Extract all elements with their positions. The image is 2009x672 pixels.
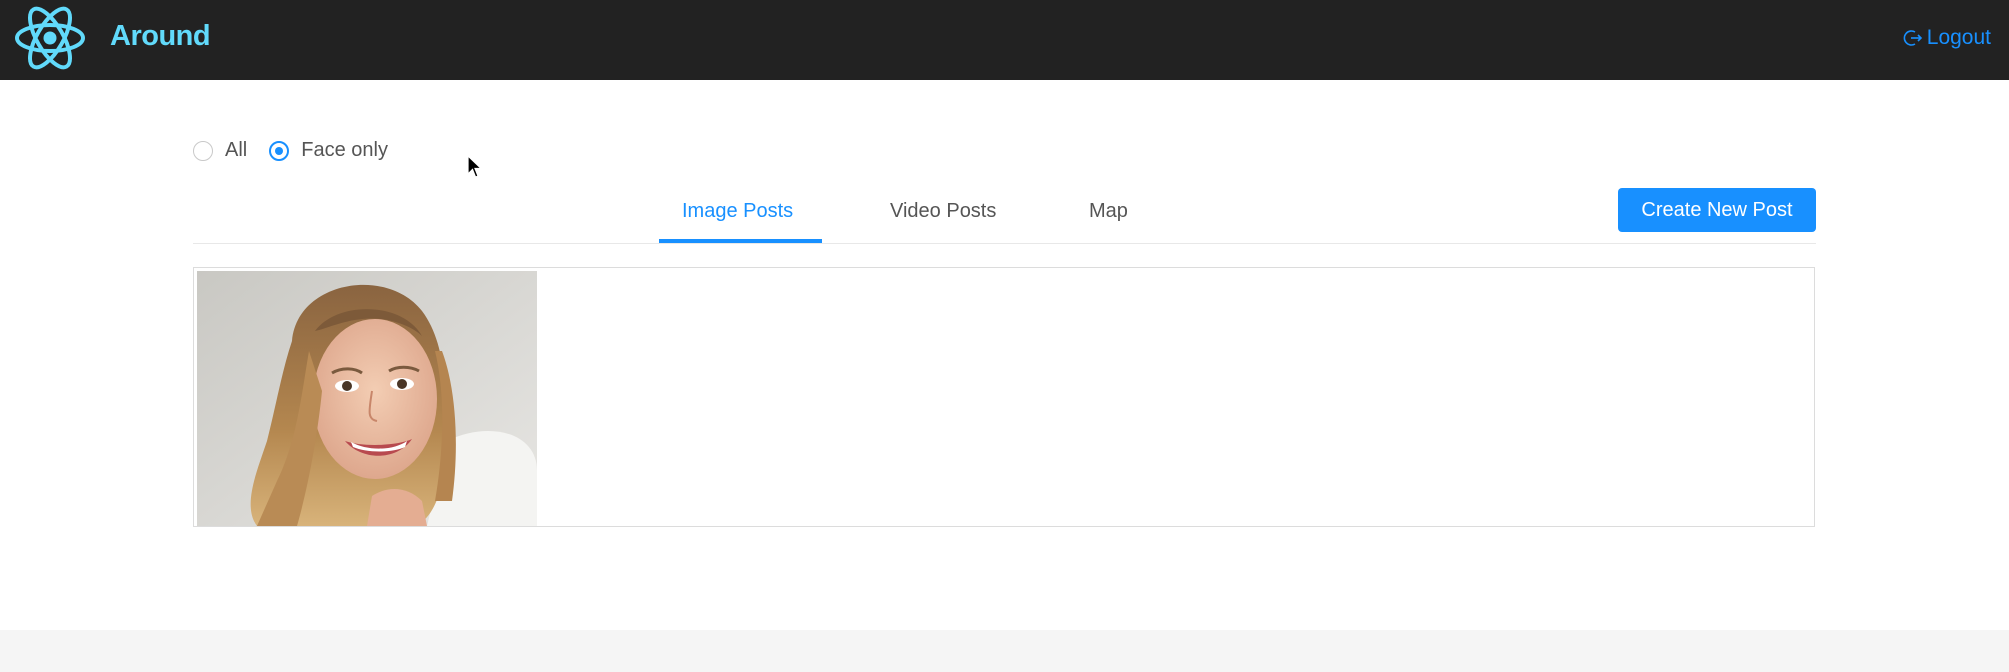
radio-face-only[interactable]: Face only	[269, 139, 388, 162]
image-gallery	[193, 267, 1815, 527]
tab-video-posts[interactable]: Video Posts	[890, 200, 996, 223]
radio-face-only-circle[interactable]	[269, 140, 290, 161]
create-new-post-button[interactable]: Create New Post	[1618, 188, 1816, 232]
logout-icon	[1903, 30, 1922, 46]
react-atom-icon[interactable]	[14, 5, 86, 71]
gallery-image-smiling-woman[interactable]	[197, 271, 537, 526]
page-footer-band	[0, 630, 2009, 672]
tab-map[interactable]: Map	[1089, 200, 1128, 223]
active-tab-indicator	[659, 239, 822, 243]
tabs-divider	[193, 243, 1816, 244]
tab-image-posts[interactable]: Image Posts	[682, 200, 793, 223]
radio-all-label: All	[225, 139, 248, 161]
app-header: Around Logout	[0, 0, 2009, 80]
app-title[interactable]: Around	[110, 20, 211, 53]
portrait-image	[197, 271, 537, 526]
logout-link[interactable]: Logout	[1903, 26, 1991, 50]
radio-all-circle[interactable]	[193, 140, 213, 161]
logout-label: Logout	[1926, 26, 1991, 49]
mouse-pointer-icon	[467, 155, 483, 178]
radio-all[interactable]: All	[193, 139, 247, 162]
radio-face-only-label: Face only	[301, 139, 388, 161]
face-filter-radio-group: All Face only	[193, 139, 410, 162]
